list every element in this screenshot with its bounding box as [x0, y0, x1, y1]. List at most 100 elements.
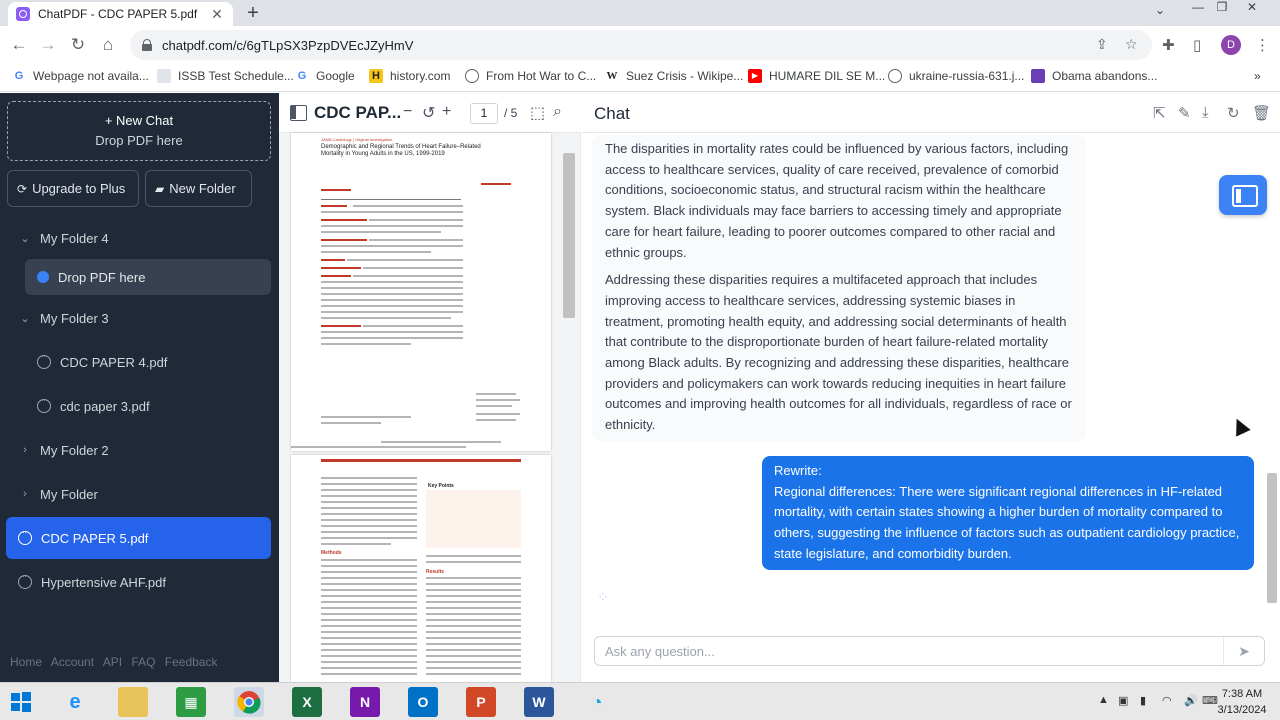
outlook-icon[interactable]: O	[408, 687, 438, 717]
bookmark-item[interactable]: G Webpage not availa...	[12, 69, 149, 83]
zoom-in-icon[interactable]: +	[442, 103, 451, 121]
pdf-scrollbar[interactable]	[563, 153, 575, 318]
sidebar-chat-hypertensive-ahf[interactable]: Hypertensive AHF.pdf	[6, 564, 271, 600]
maximize-icon[interactable]: ❐	[1210, 0, 1234, 14]
globe-icon	[465, 69, 479, 83]
export-icon[interactable]: ⇱	[1153, 104, 1166, 122]
pdf-toolbar: CDC PAP... − ↺ + 1 / 5 ⬚ ⌕	[279, 93, 581, 133]
reset-icon[interactable]: ↻	[1227, 104, 1240, 122]
footer-api-link[interactable]: API	[103, 655, 122, 669]
battery-icon[interactable]: ▮	[1140, 694, 1146, 707]
internet-explorer-icon[interactable]: e	[60, 687, 90, 717]
tab-search-chevron-icon[interactable]: ⌄	[1155, 3, 1165, 17]
bookmark-item[interactable]: Hhistory.com	[369, 69, 450, 83]
footer-faq-link[interactable]: FAQ	[131, 655, 155, 669]
bookmark-item[interactable]: ISSB Test Schedule...	[157, 69, 294, 83]
store-app-icon[interactable]: ▦	[176, 687, 206, 717]
onenote-icon[interactable]: N	[350, 687, 380, 717]
file-explorer-icon[interactable]	[118, 687, 148, 717]
toggle-pdf-panel-button[interactable]	[1219, 175, 1267, 215]
clock-date: 3/13/2024	[1217, 704, 1267, 716]
history-h-icon: H	[369, 69, 383, 83]
bookmark-item[interactable]: ▶ HUMARE DIL SE M...	[748, 69, 885, 83]
sidebar-chat-cdc-paper-4[interactable]: CDC PAPER 4.pdf	[6, 344, 271, 380]
chat-title: Chat	[594, 104, 630, 123]
minimize-icon[interactable]: —	[1186, 0, 1210, 14]
more-bookmarks-icon[interactable]: »	[1254, 69, 1261, 83]
extensions-puzzle-icon[interactable]: ✚	[1162, 36, 1175, 54]
word-icon[interactable]: W	[524, 687, 554, 717]
volume-icon[interactable]: 🔊	[1184, 694, 1198, 707]
chevron-right-icon: ›	[23, 488, 27, 500]
footer-account-link[interactable]: Account	[51, 655, 94, 669]
zoom-out-icon[interactable]: −	[403, 103, 412, 121]
reload-icon[interactable]: ↻	[68, 35, 88, 55]
youtube-icon: ▶	[748, 69, 762, 83]
page-number-input[interactable]: 1	[470, 103, 498, 124]
system-clock[interactable]: 7:38 AM 3/13/2024	[1214, 686, 1270, 718]
select-text-icon[interactable]: ⬚	[530, 103, 545, 123]
profile-avatar[interactable]: D	[1221, 35, 1241, 55]
sidebar-folder-my-folder-2[interactable]: › My Folder 2	[6, 432, 271, 468]
sidebar-drop-zone[interactable]: Drop PDF here	[25, 259, 271, 295]
question-input[interactable]	[595, 637, 1223, 665]
download-icon[interactable]: ⤓	[1202, 104, 1209, 121]
bookmark-star-icon[interactable]: ☆	[1125, 36, 1138, 53]
footer-home-link[interactable]: Home	[10, 655, 42, 669]
edge-icon[interactable]: ◔	[582, 687, 612, 717]
bookmark-item[interactable]: Obama abandons...	[1031, 69, 1157, 83]
excel-icon[interactable]: X	[292, 687, 322, 717]
back-arrow-icon[interactable]: ←	[9, 35, 29, 55]
search-icon[interactable]: ⌕	[553, 103, 562, 121]
new-tab-button[interactable]: +	[242, 2, 264, 24]
windows-start-icon[interactable]	[6, 687, 36, 717]
bookmark-item[interactable]: From Hot War to C...	[465, 69, 596, 83]
sidebar-chat-cdc-paper-5[interactable]: CDC PAPER 5.pdf	[6, 517, 271, 559]
drop-pdf-label: Drop PDF here	[95, 133, 183, 148]
forward-arrow-icon[interactable]: →	[38, 35, 58, 55]
wifi-icon[interactable]: ◠	[1162, 694, 1172, 707]
footer-feedback-link[interactable]: Feedback	[165, 655, 218, 669]
new-folder-button[interactable]: ▰ New Folder	[145, 170, 252, 207]
site-icon	[157, 69, 171, 83]
google-g-icon: G	[297, 70, 307, 82]
address-bar[interactable]: chatpdf.com/c/6gTLpSX3PzpDVEcJZyHmV ⇪ ☆	[130, 30, 1152, 60]
rotate-icon[interactable]: ↺	[422, 103, 435, 123]
loading-spinner-icon: ⁘	[597, 589, 609, 605]
browser-menu-icon[interactable]: ⋮	[1255, 36, 1270, 54]
delete-icon[interactable]: 🗑	[1252, 104, 1271, 122]
close-tab-icon[interactable]: ✕	[209, 6, 225, 23]
browser-tab-strip: ChatPDF - CDC PAPER 5.pdf ✕ + ⌄ — ❐ ✕	[0, 0, 1280, 26]
sidebar-folder-my-folder-4[interactable]: ⌄ My Folder 4	[6, 220, 271, 256]
sidebar-folder-my-folder[interactable]: › My Folder	[6, 476, 271, 512]
home-icon[interactable]: ⌂	[98, 35, 118, 55]
new-chat-dropzone[interactable]: + New Chat Drop PDF here	[7, 101, 271, 161]
chrome-icon[interactable]	[234, 687, 264, 717]
url-text: chatpdf.com/c/6gTLpSX3PzpDVEcJZyHmV	[162, 37, 414, 53]
bookmark-item[interactable]: W Suez Crisis - Wikipe...	[605, 69, 744, 83]
folder-plus-icon: ▰	[155, 181, 165, 196]
side-panel-icon[interactable]: ▯	[1193, 36, 1201, 54]
chevron-right-icon: ›	[23, 444, 27, 456]
chat-scrollbar[interactable]	[1267, 473, 1277, 603]
send-icon[interactable]: ➤	[1223, 637, 1264, 665]
browser-tab[interactable]: ChatPDF - CDC PAPER 5.pdf ✕	[8, 2, 233, 26]
network-icon[interactable]: ▣	[1118, 694, 1128, 707]
user-message-line: Rewrite:	[774, 463, 822, 478]
close-window-icon[interactable]: ✕	[1240, 0, 1264, 14]
page-heading: Demographic and Regional Trends of Heart…	[321, 144, 481, 157]
upgrade-button[interactable]: ⟳ Upgrade to Plus	[7, 170, 139, 207]
bookmark-item[interactable]: G Google	[295, 69, 355, 83]
chat-bubble-icon	[37, 352, 51, 369]
sidebar-footer: Home Account API FAQ Feedback	[10, 655, 223, 669]
page-journal-label: JAMA Cardiology | Original Investigation	[321, 137, 393, 142]
share-icon[interactable]: ⇪	[1096, 36, 1108, 53]
powerpoint-icon[interactable]: P	[466, 687, 496, 717]
sidebar-folder-my-folder-3[interactable]: ⌄ My Folder 3	[6, 300, 271, 336]
show-hidden-icons-chevron-icon[interactable]: ▲	[1098, 694, 1109, 706]
toggle-sidebar-icon[interactable]	[290, 105, 307, 121]
edit-icon[interactable]: ✎	[1178, 104, 1191, 122]
bookmark-item[interactable]: ukraine-russia-631.j...	[888, 69, 1024, 83]
sidebar-chat-cdc-paper-3[interactable]: cdc paper 3.pdf	[6, 388, 271, 424]
pdf-viewer: CDC PAP... − ↺ + 1 / 5 ⬚ ⌕ JAMA Cardiolo…	[279, 93, 581, 682]
